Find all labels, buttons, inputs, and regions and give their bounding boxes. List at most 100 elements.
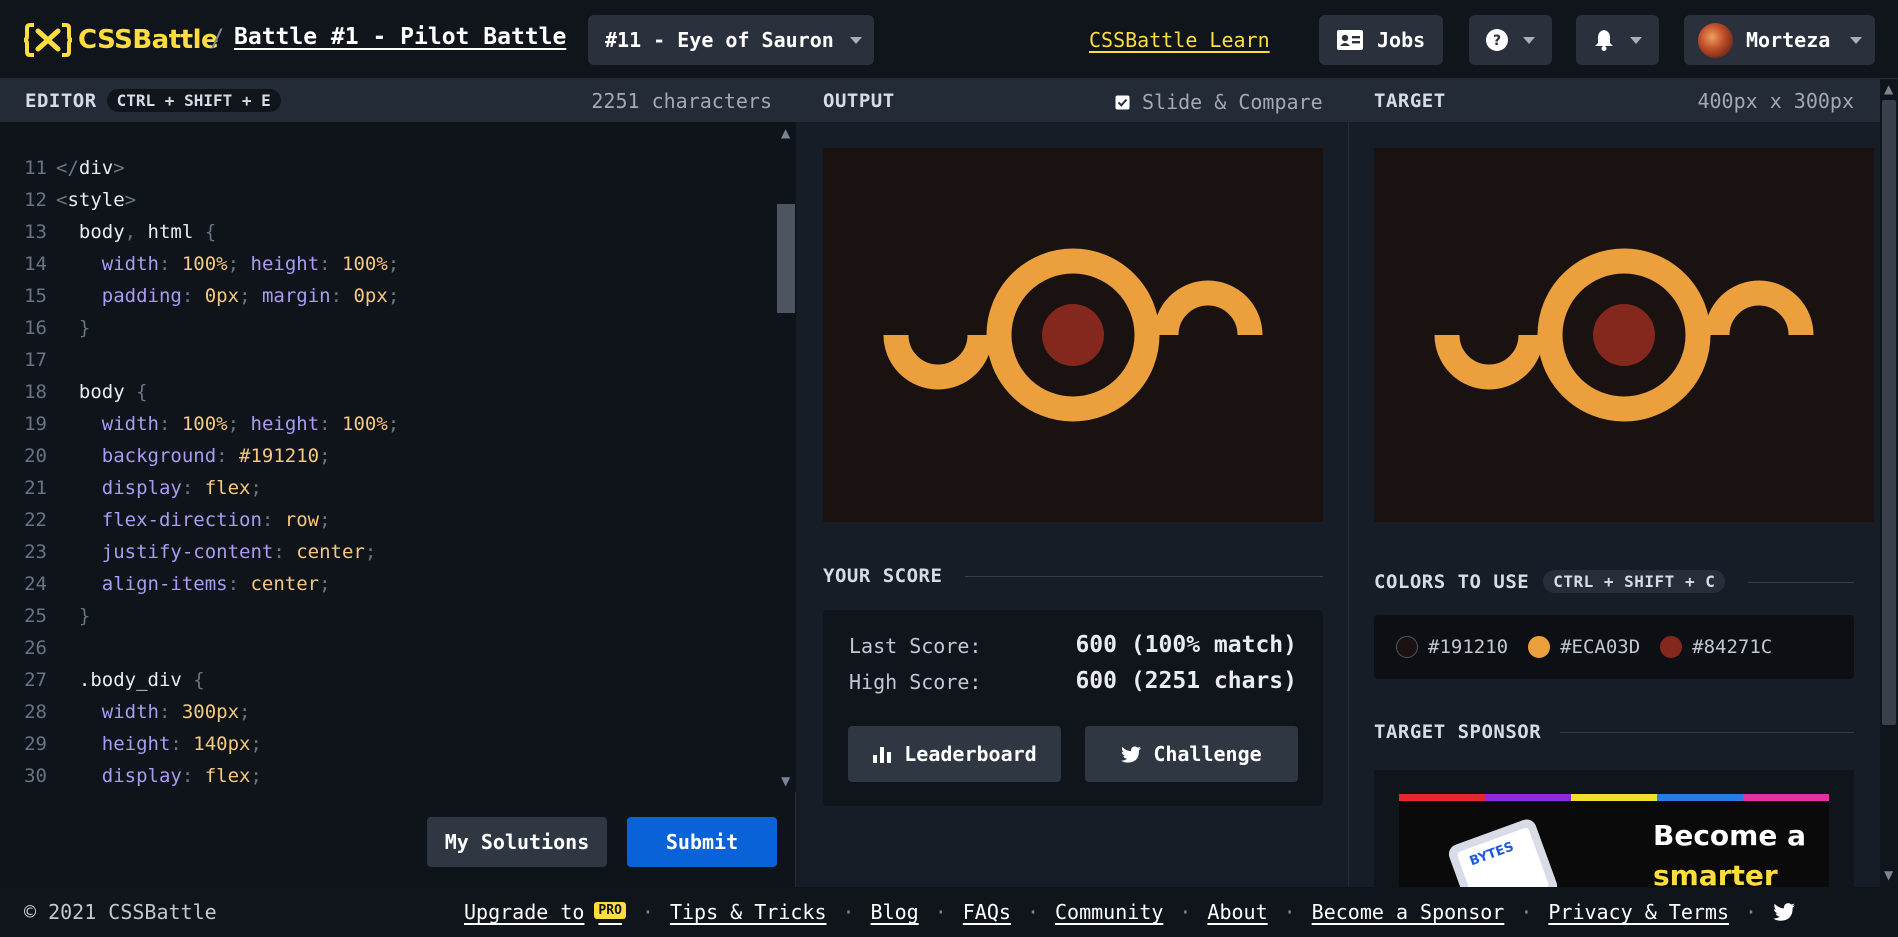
code-token: ; — [319, 573, 331, 595]
upgrade-link[interactable]: Upgrade to PRO — [464, 900, 626, 924]
copyright: © 2021 CSSBattle — [24, 900, 217, 924]
code-line[interactable]: 13 body, html { — [0, 216, 399, 248]
tips-link[interactable]: Tips & Tricks — [670, 900, 827, 924]
code-text: justify-content: center; — [56, 536, 377, 568]
code-line[interactable]: 30 display: flex; — [0, 760, 399, 792]
jobs-button[interactable]: Jobs — [1319, 15, 1443, 65]
editor-header: EDITOR CTRL + SHIFT + E 2251 characters — [0, 79, 797, 122]
sponsor-banner[interactable]: BYTES Become a smarter — [1374, 770, 1854, 887]
code-text: <style> — [56, 184, 136, 216]
sponsor-text: Become a smarter — [1653, 816, 1806, 887]
community-link[interactable]: Community — [1055, 900, 1163, 924]
code-token: flex — [204, 765, 251, 787]
color-swatch-3[interactable]: #84271C — [1660, 636, 1772, 658]
code-line[interactable]: 18 body { — [0, 376, 399, 408]
battle-title-link[interactable]: Battle #1 - Pilot Battle — [234, 24, 566, 50]
code-token: flex — [204, 477, 251, 499]
code-line[interactable]: 14 width: 100%; height: 100%; — [0, 248, 399, 280]
target-size: 400px x 300px — [1697, 88, 1854, 113]
challenge-button[interactable]: Challenge — [1085, 726, 1298, 782]
learn-link[interactable]: CSSBattle Learn — [1089, 28, 1270, 52]
privacy-link[interactable]: Privacy & Terms — [1548, 900, 1729, 924]
code-line[interactable]: 27 .body_div { — [0, 664, 399, 696]
twitter-icon — [1121, 745, 1142, 763]
code-line[interactable]: 24 align-items: center; — [0, 568, 399, 600]
chevron-down-icon — [1630, 37, 1642, 44]
code-line[interactable]: 20 background: #191210; — [0, 440, 399, 472]
last-score-label: Last Score: — [849, 634, 982, 658]
twitter-icon[interactable] — [1773, 903, 1795, 921]
blog-link[interactable]: Blog — [871, 900, 919, 924]
code-line[interactable]: 26 — [0, 632, 399, 664]
question-icon: ? — [1486, 29, 1508, 51]
code-line[interactable]: 16 } — [0, 312, 399, 344]
sponsor-link[interactable]: Become a Sponsor — [1312, 900, 1505, 924]
code-line[interactable]: 29 height: 140px; — [0, 728, 399, 760]
logo[interactable]: CSSBattle — [24, 22, 219, 58]
code-token: { — [204, 221, 217, 243]
code-text: .body_div { — [56, 664, 205, 696]
slide-compare-label: Slide & Compare — [1142, 90, 1323, 114]
code-line[interactable]: 11 </div> — [0, 152, 399, 184]
editor-scrollbar-thumb[interactable] — [777, 204, 795, 313]
color-swatch-1[interactable]: #191210 — [1396, 636, 1508, 658]
score-section-title: YOUR SCORE — [823, 565, 942, 587]
target-canvas[interactable] — [1374, 148, 1874, 522]
page-scroll-up-icon[interactable]: ▲ — [1884, 82, 1893, 96]
swatch-dot-1 — [1396, 636, 1418, 658]
line-number: 19 — [24, 413, 47, 435]
code-text: width: 100%; height: 100%; — [56, 248, 400, 280]
code-line[interactable]: 22 flex-direction: row; — [0, 504, 399, 536]
notifications-button[interactable] — [1576, 15, 1659, 65]
code-line[interactable]: 23 justify-content: center; — [0, 536, 399, 568]
code-token: : — [170, 733, 194, 755]
code-token: ; — [319, 509, 331, 531]
code-line[interactable]: 19 width: 100%; height: 100%; — [0, 408, 399, 440]
code-token: ; — [239, 701, 251, 723]
leaderboard-button[interactable]: Leaderboard — [848, 726, 1061, 782]
slide-compare-toggle[interactable]: Slide & Compare — [1115, 90, 1323, 114]
top-navbar: CSSBattle / Battle #1 - Pilot Battle #11… — [0, 0, 1898, 79]
code-line[interactable]: 17 — [0, 344, 399, 376]
footer-separator: · — [1179, 900, 1192, 924]
page-scroll-down-icon[interactable]: ▼ — [1884, 868, 1893, 882]
code-token: display — [56, 477, 182, 499]
code-editor[interactable]: 11 </div> 12 <style> 13 body, html {14 width… — [0, 122, 796, 887]
editor-shortcut-badge: CTRL + SHIFT + E — [106, 89, 281, 112]
code-token: : — [273, 541, 297, 563]
footer-separator: · — [934, 900, 947, 924]
code-lines[interactable]: 11 </div> 12 <style> 13 body, html {14 width… — [0, 152, 399, 792]
code-token: div — [78, 157, 114, 179]
checkbox-icon — [1115, 95, 1130, 109]
code-line[interactable]: 12 <style> — [0, 184, 399, 216]
code-token: row — [284, 509, 320, 531]
code-token: ; — [319, 445, 331, 467]
code-token: ; — [387, 413, 400, 435]
color-swatch-2[interactable]: #ECA03D — [1528, 636, 1640, 658]
code-text: } — [56, 312, 90, 344]
swatch-dot-2 — [1528, 636, 1551, 658]
scroll-down-icon[interactable]: ▼ — [781, 774, 790, 788]
id-card-icon — [1337, 30, 1363, 50]
output-canvas[interactable] — [823, 148, 1323, 522]
my-solutions-button[interactable]: My Solutions — [427, 817, 607, 867]
code-token: > — [113, 157, 125, 179]
code-token: ; — [364, 541, 377, 563]
scroll-up-icon[interactable]: ▲ — [781, 126, 790, 140]
logo-icon — [24, 23, 72, 57]
help-menu-button[interactable]: ? — [1469, 15, 1552, 65]
code-line[interactable]: 28 width: 300px; — [0, 696, 399, 728]
code-line[interactable]: 15 padding: 0px; margin: 0px; — [0, 280, 399, 312]
about-link[interactable]: About — [1207, 900, 1267, 924]
target-selector[interactable]: #11 - Eye of Sauron — [588, 15, 874, 65]
submit-button[interactable]: Submit — [627, 817, 777, 867]
target-label: TARGET — [1374, 89, 1446, 112]
code-line[interactable]: 21 display: flex; — [0, 472, 399, 504]
code-line[interactable]: 25 } — [0, 600, 399, 632]
code-token: , — [124, 221, 148, 243]
colors-section-title: COLORS TO USE CTRL + SHIFT + C — [1374, 570, 1726, 593]
user-menu-button[interactable]: Morteza — [1684, 15, 1875, 65]
code-token: ; — [227, 253, 251, 275]
page-scrollbar-thumb[interactable] — [1882, 100, 1896, 725]
faqs-link[interactable]: FAQs — [963, 900, 1011, 924]
